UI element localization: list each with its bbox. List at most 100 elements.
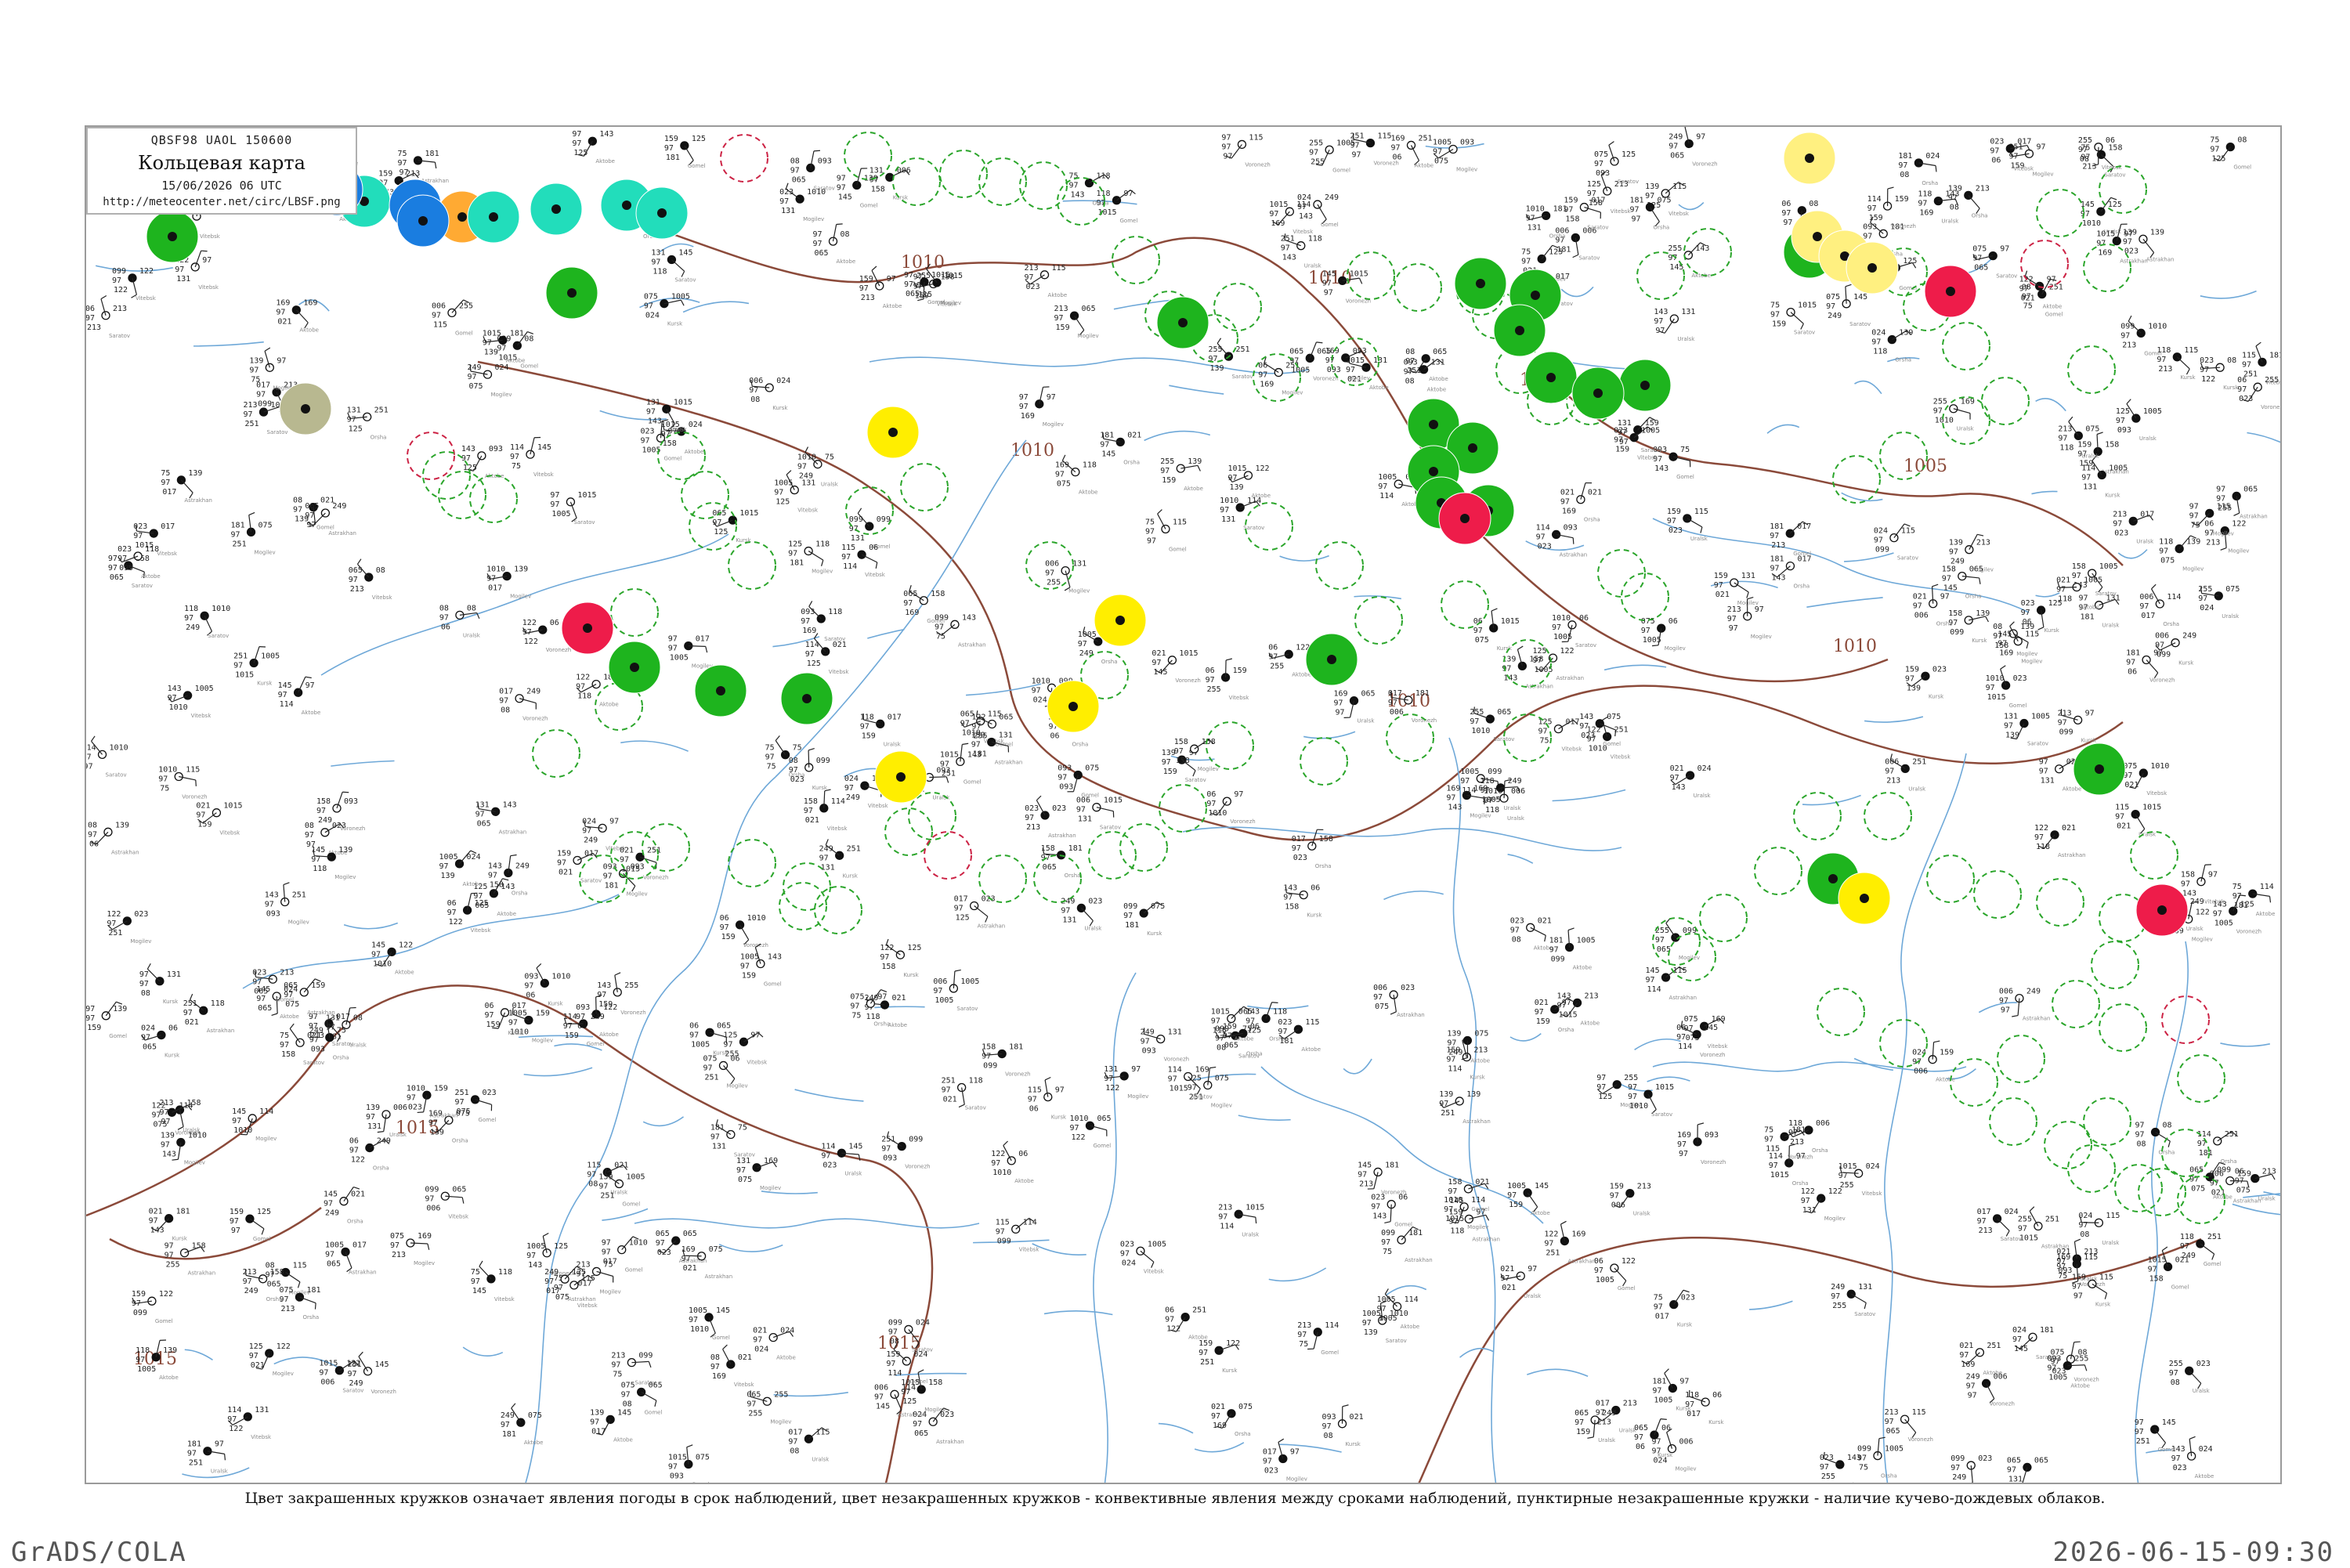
station-value: 249	[1325, 193, 1339, 202]
station-value: 97	[112, 276, 121, 285]
station-value: 97	[1770, 311, 1780, 320]
station-value: 97	[425, 1194, 434, 1203]
station-value: 145	[716, 1306, 730, 1315]
station-value: 251	[1912, 757, 1926, 766]
wind-barb-icon	[537, 963, 541, 968]
station-value: 06	[485, 1002, 494, 1010]
cb-cloud-ring	[1943, 323, 1990, 370]
station-value: 97	[439, 862, 449, 871]
station-value: 169	[1919, 209, 1933, 218]
station-value: 024	[2012, 1326, 2026, 1335]
station-value: 024	[467, 853, 481, 862]
station-value: 122	[2201, 375, 2215, 384]
wind-barb-icon	[116, 1002, 121, 1004]
station-value: 06	[550, 619, 559, 627]
station-value: 122	[1105, 1084, 1119, 1093]
station-value: 06	[1661, 1424, 1671, 1433]
station-value: 97	[1123, 912, 1133, 920]
station-name: Uralsk	[1694, 793, 1712, 799]
station-value: 97	[276, 309, 285, 317]
station-value: 017	[2141, 612, 2155, 620]
station-value: 159	[1714, 572, 1728, 580]
station-value: 065	[656, 1230, 670, 1238]
river-line	[1032, 1244, 1086, 1255]
station-name: Voronezh	[2236, 928, 2261, 934]
station-value: 97	[1838, 1172, 1848, 1180]
station-name: Orsha	[1895, 357, 1911, 363]
station-plot: 21397065159Mogilev	[1054, 305, 1099, 339]
station-value: 118	[1308, 235, 1322, 244]
wind-barb-icon	[2233, 513, 2239, 515]
station-value: 97	[1047, 393, 1056, 402]
wind-barb-icon	[858, 508, 861, 514]
wind-barb-icon	[378, 1132, 384, 1133]
station-name: Gomel	[1120, 218, 1138, 224]
station-value: 143	[168, 685, 182, 693]
river-line	[602, 1209, 648, 1220]
station-name: Gomel	[2171, 1284, 2189, 1290]
station-plot: 0179724908Voronezh	[499, 688, 548, 722]
station-value: 97	[486, 575, 496, 583]
wind-barb-icon	[1226, 660, 1227, 677]
station-plot: 18197017213Gomel	[1770, 522, 1811, 557]
wind-barb-icon	[642, 1392, 656, 1400]
station-value: 97	[1223, 1031, 1232, 1040]
cloud-cover-icon	[583, 623, 592, 633]
cloud-cover-icon	[853, 181, 861, 189]
station-value: 1015	[1246, 1203, 1264, 1212]
station-value: 97	[563, 1022, 573, 1031]
cloud-cover-icon	[876, 282, 884, 290]
river-line	[683, 302, 749, 312]
station-value: 093	[801, 608, 815, 616]
station-value: 97	[572, 139, 581, 148]
station-value: 97	[1831, 1292, 1840, 1301]
station-name: Saratov	[342, 1388, 363, 1394]
station-value: 213	[350, 585, 364, 594]
station-name: Saratov	[1231, 374, 1253, 380]
station-value: 006	[1679, 1438, 1693, 1447]
station-name: Orsha	[1235, 1431, 1251, 1437]
station-value: 97	[1820, 1463, 1829, 1472]
station-value: 97	[108, 555, 118, 563]
station-name: Vitebsk	[865, 572, 886, 578]
cloud-cover-icon	[1041, 811, 1049, 819]
station-name: Gomel	[1676, 474, 1694, 480]
station-value: 143	[1654, 464, 1668, 473]
station-value: 97	[324, 1200, 333, 1209]
station-value: 143	[503, 800, 517, 809]
station-name: Voronezh	[1990, 1400, 2015, 1407]
station-value: 159	[859, 275, 873, 284]
station-value: 159	[1667, 508, 1681, 516]
station-value: 1015	[223, 802, 242, 811]
station-value: 159	[557, 849, 571, 858]
station-value: 158	[1174, 738, 1188, 746]
station-value: 1005	[1377, 1295, 1396, 1304]
station-plot: 15997213006Uralsk	[1610, 1183, 1651, 1217]
station-name: Aktobe	[883, 303, 902, 309]
station-value: 08	[1405, 348, 1415, 356]
station-name: Gomel	[1618, 1285, 1636, 1292]
station-value: 099	[638, 1352, 653, 1360]
station-value: 125	[1533, 647, 1547, 656]
wind-barb-icon	[918, 1370, 924, 1373]
station-name: Mogilev	[1751, 634, 1772, 640]
river-line	[870, 357, 1308, 374]
station-value: 169	[1021, 412, 1035, 421]
station-plot: 101097139017Mogilev	[486, 565, 531, 600]
cloud-cover-icon	[1085, 179, 1093, 187]
cb-cloud-ring	[2131, 832, 2178, 879]
station-name: Gomel	[1169, 546, 1187, 552]
station-value: 97	[1507, 1191, 1517, 1200]
station-value: 093	[1142, 1047, 1156, 1056]
station-value: 122	[971, 714, 985, 722]
station-plot: 0239706143Gomel	[1371, 1194, 1412, 1228]
station-value: 97	[2096, 240, 2106, 248]
station-value: 075	[258, 521, 273, 529]
station-value: 08	[2237, 136, 2247, 145]
wind-barb-icon	[655, 1400, 656, 1407]
station-value: 065	[143, 1043, 157, 1052]
station-name: Voronezh	[1313, 375, 1338, 381]
station-value: 249	[1602, 1409, 1616, 1418]
wind-barb-icon	[1390, 1012, 1396, 1014]
station-value: 115	[1305, 1018, 1319, 1027]
